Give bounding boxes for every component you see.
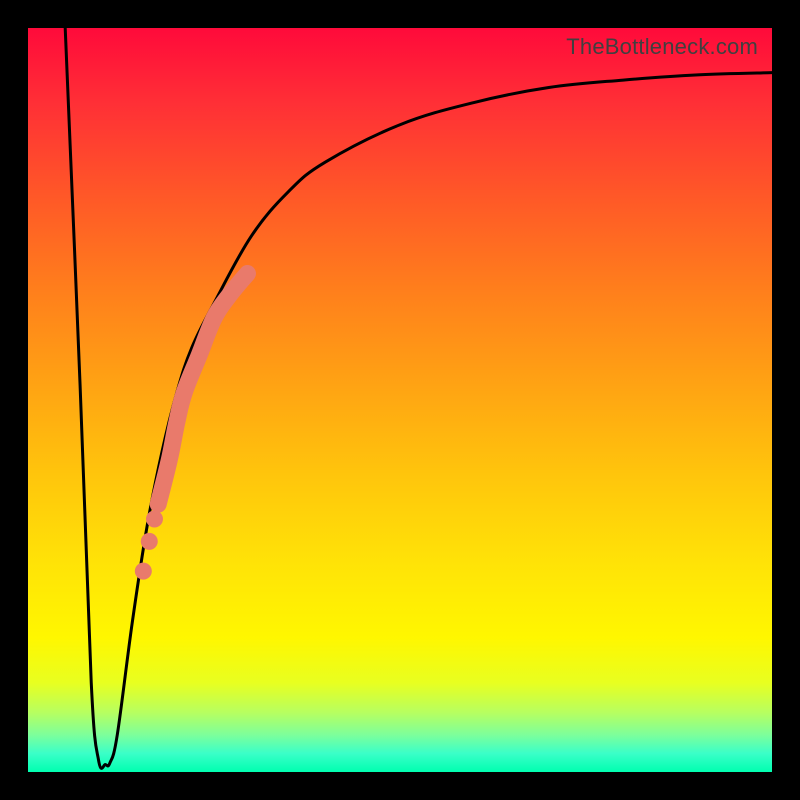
salmon-dot (141, 533, 158, 550)
plot-area: TheBottleneck.com (28, 28, 772, 772)
salmon-dot (135, 563, 152, 580)
salmon-band-path (158, 274, 247, 505)
salmon-dot (146, 511, 163, 528)
salmon-dots-group (135, 511, 163, 580)
curve-layer (28, 28, 772, 772)
bottleneck-curve-path (65, 28, 772, 768)
chart-frame: TheBottleneck.com (0, 0, 800, 800)
